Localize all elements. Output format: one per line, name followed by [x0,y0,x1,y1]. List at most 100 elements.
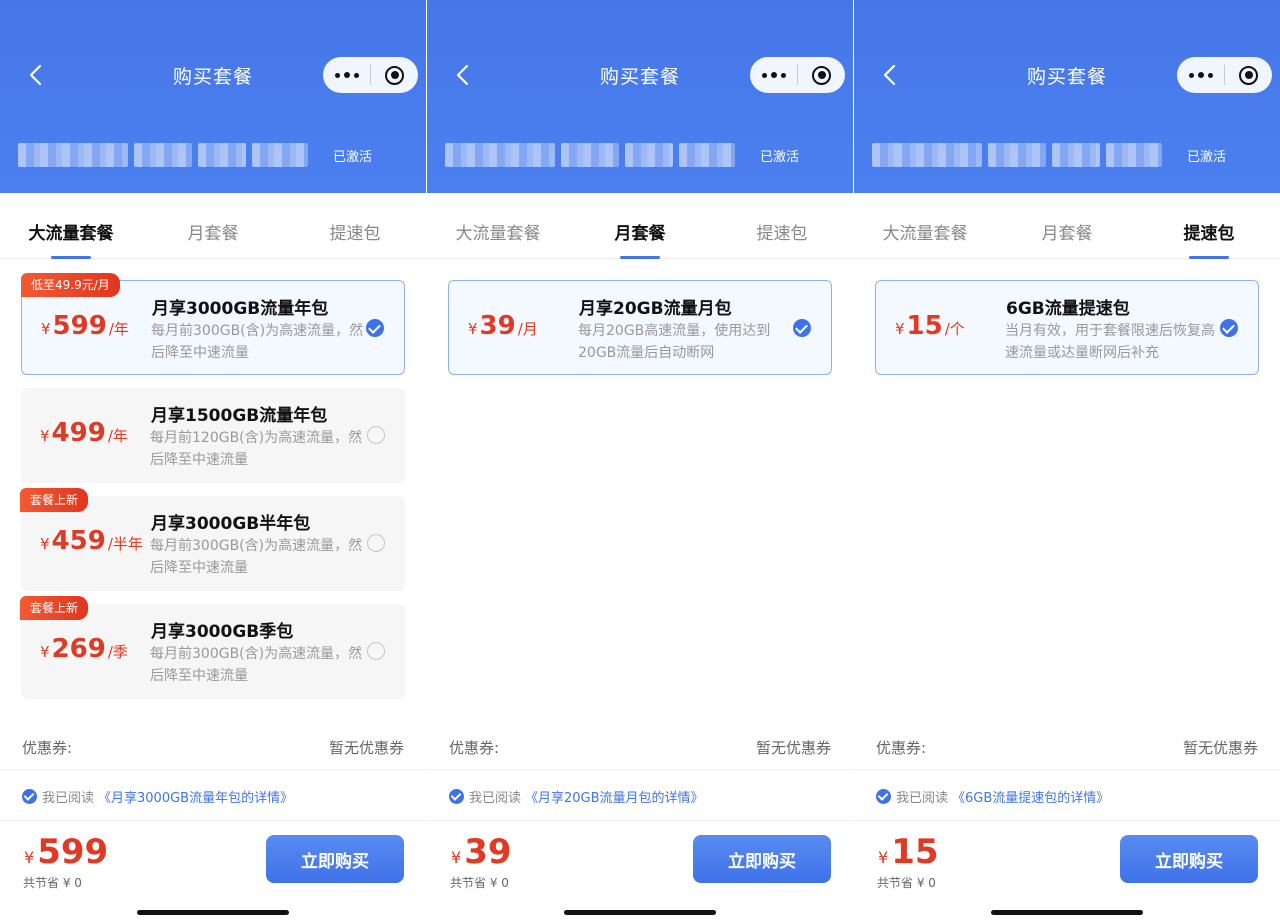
status-badge: 已激活 [760,150,800,165]
tab-large-data[interactable]: 大流量套餐 [0,193,142,259]
saved-amount: 共节省 ¥ 0 [23,876,82,890]
divider [854,769,1280,770]
coupon-value: 暂无优惠券 [328,739,404,757]
price-amount: 599 [52,311,107,341]
plan-card[interactable]: ¥ 499 /年 月享1500GB流量年包 每月前120GB(含)为高速流量，然… [21,388,405,483]
home-indicator [564,910,716,915]
plan-card[interactable]: ¥ 15 /个 6GB流量提速包 当月有效，用于套餐限速后恢复高速流量或达量断网… [875,280,1259,375]
more-dots-icon[interactable] [750,57,797,93]
plan-title: 月享3000GB半年包 [151,514,311,534]
blurred-account-number [872,143,1174,167]
agreement-text: 我已阅读 [469,791,522,806]
purchase-screen: 购买套餐 已激活 大流量套餐 月套餐 提速包 ¥ 15 /个 6GB流量提速包 … [854,0,1280,923]
header: 购买套餐 已激活 [427,0,853,193]
check-circle-icon[interactable] [367,426,385,444]
price-currency: ¥ [41,320,51,338]
status-badge: 已激活 [333,150,373,165]
plan-price: ¥ 15 /个 [895,311,965,341]
agreement-row: 我已阅读 《月享20GB流量月包的详情》 [449,787,704,806]
buy-now-button[interactable]: 立即购买 [693,835,831,883]
total-price: ¥ 15 [878,832,939,872]
divider [854,820,1280,821]
status-badge: 已激活 [1187,150,1227,165]
agreement-check-icon[interactable] [449,789,464,804]
total-currency: ¥ [451,848,462,867]
plan-price: ¥ 599 /年 [41,311,129,341]
plan-description: 每月前120GB(含)为高速流量，然后降至中速流量 [150,430,363,468]
price-currency: ¥ [468,320,478,338]
promo-badge: 套餐上新 [20,488,89,512]
coupon-value: 暂无优惠券 [755,739,831,757]
purchase-screen: 购买套餐 已激活 大流量套餐 月套餐 提速包 ¥ 39 /月 月享20GB流量月… [427,0,853,923]
tab-speed-pack[interactable]: 提速包 [1138,193,1280,259]
target-icon[interactable] [1225,57,1272,93]
agreement-row: 我已阅读 《月享3000GB流量年包的详情》 [22,787,293,806]
coupon-row[interactable]: 优惠券: 暂无优惠券 [876,737,1258,769]
plan-title: 月享3000GB季包 [151,622,294,642]
tab-monthly[interactable]: 月套餐 [996,193,1138,258]
plan-list: ¥ 39 /月 月享20GB流量月包 每月20GB高速流量，使用达到20GB流量… [427,259,853,375]
plan-list: 低至49.9元/月 ¥ 599 /年 月享3000GB流量年包 每月前300GB… [0,259,426,699]
tab-bar: 大流量套餐 月套餐 提速包 [854,193,1280,259]
buy-now-button[interactable]: 立即购买 [1120,835,1258,883]
saved-amount: 共节省 ¥ 0 [450,876,509,890]
price-unit: /年 [108,320,129,338]
home-indicator [137,910,289,915]
agreement-check-icon[interactable] [22,789,37,804]
plan-price: ¥ 39 /月 [468,311,538,341]
tab-monthly[interactable]: 月套餐 [569,193,711,259]
purchase-screen: 购买套餐 已激活 大流量套餐 月套餐 提速包 低至49.9元/月 ¥ 599 /… [0,0,426,923]
plan-price: ¥ 459 /半年 [40,526,143,556]
check-circle-icon[interactable] [367,534,385,552]
coupon-row[interactable]: 优惠券: 暂无优惠券 [449,737,831,769]
price-currency: ¥ [40,535,50,553]
price-amount: 15 [906,311,943,341]
blurred-account-number [18,143,320,167]
header: 购买套餐 已激活 [0,0,426,193]
more-dots-icon[interactable] [323,57,370,93]
plan-description: 每月前300GB(含)为高速流量，然后降至中速流量 [151,323,364,361]
plan-card[interactable]: ¥ 39 /月 月享20GB流量月包 每月20GB高速流量，使用达到20GB流量… [448,280,832,375]
target-icon[interactable] [798,57,845,93]
more-dots-icon[interactable] [1177,57,1224,93]
coupon-row[interactable]: 优惠券: 暂无优惠券 [22,737,404,769]
agreement-link[interactable]: 《6GB流量提速包的详情》 [952,787,1109,806]
plan-title: 月享20GB流量月包 [579,299,732,319]
agreement-link[interactable]: 《月享20GB流量月包的详情》 [525,787,704,806]
price-currency: ¥ [40,427,50,445]
check-circle-icon[interactable] [367,642,385,660]
check-circle-icon[interactable] [366,319,384,337]
divider [427,820,853,821]
divider [427,769,853,770]
price-amount: 269 [51,634,106,664]
home-indicator [991,910,1143,915]
plan-card[interactable]: 套餐上新 ¥ 459 /半年 月享3000GB半年包 每月前300GB(含)为高… [20,488,405,591]
buy-now-button[interactable]: 立即购买 [266,835,404,883]
check-circle-icon[interactable] [1220,319,1238,337]
plan-description: 每月20GB高速流量，使用达到20GB流量后自动断网 [578,323,771,361]
price-unit: /半年 [107,535,143,553]
blurred-account-number [445,143,747,167]
tab-monthly[interactable]: 月套餐 [142,193,284,258]
agreement-row: 我已阅读 《6GB流量提速包的详情》 [876,787,1109,806]
price-amount: 459 [51,526,106,556]
agreement-check-icon[interactable] [876,789,891,804]
mini-program-capsule [1177,57,1272,93]
target-icon[interactable] [371,57,418,93]
tab-large-data[interactable]: 大流量套餐 [854,193,996,258]
price-currency: ¥ [40,643,50,661]
agreement-link[interactable]: 《月享3000GB流量年包的详情》 [98,787,293,806]
tab-speed-pack[interactable]: 提速包 [711,193,853,258]
total-price: ¥ 39 [451,832,512,872]
coupon-label: 优惠券: [22,739,73,757]
plan-title: 6GB流量提速包 [1006,299,1130,319]
plan-card[interactable]: 低至49.9元/月 ¥ 599 /年 月享3000GB流量年包 每月前300GB… [21,273,405,375]
divider [0,820,426,821]
plan-card[interactable]: 套餐上新 ¥ 269 /季 月享3000GB季包 每月前300GB(含)为高速流… [20,596,405,699]
coupon-label: 优惠券: [449,739,500,757]
tab-speed-pack[interactable]: 提速包 [284,193,426,258]
tab-large-data[interactable]: 大流量套餐 [427,193,569,258]
total-amount: 15 [891,832,939,872]
price-currency: ¥ [895,320,905,338]
check-circle-icon[interactable] [793,319,811,337]
